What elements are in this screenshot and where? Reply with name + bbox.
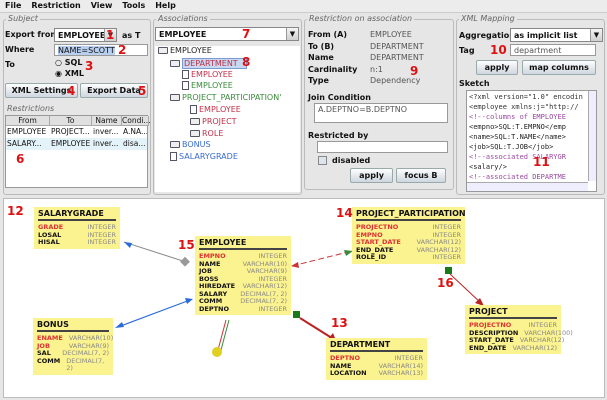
callout-4: 4 [67,84,76,98]
edge-employee-department [299,317,336,341]
entity-title: DEPARTMENT [330,340,423,352]
callout-1: 1 [106,28,115,42]
entity-employee[interactable]: EMPLOYEE EMPNO INTEGER NAME VARCHAR(10) JOB VA… [195,236,291,315]
callout-2: 2 [118,43,127,57]
column-name: HISAL [38,238,60,246]
entity-bonus[interactable]: BONUS ENAME VARCHAR(10) JOB VARCHAR(9) SAL DEC… [33,318,113,375]
entity-title: BONUS [37,320,109,332]
callout-16: 16 [437,276,454,290]
column-name: LOCATION [330,369,367,377]
callout-11: 11 [533,155,550,169]
entity-column: END_DATE VARCHAR(12) [469,343,557,353]
entity-column: ROLE_ID INTEGER [356,253,461,262]
entity-column: COMM DECIMAL(7, 2) [37,356,109,373]
edge-square [293,311,300,318]
callout-7: 7 [242,27,251,41]
callout-5: 5 [138,84,147,98]
column-name: END_DATE [469,343,507,352]
column-type: DECIMAL(7, 2) [66,356,105,372]
edge-participation-project [449,273,483,305]
callout-12: 12 [7,204,24,218]
column-name: COMM [37,356,61,365]
column-type: INTEGER [87,238,116,246]
arrow-head [185,298,193,304]
column-type: VARCHAR(13) [378,369,423,377]
callout-14: 14 [336,206,353,220]
callout-8: 8 [242,55,251,69]
column-type: VARCHAR(12) [512,343,557,352]
arrow-head [124,242,132,248]
entity-title: PROJECT_PARTICIPATION [356,209,466,221]
callout-10: 10 [490,43,507,57]
arrow-head [115,322,124,328]
edge-square [445,267,452,274]
entity-project-participation[interactable]: PROJECT_PARTICIPATION PROJECTNO INTEGER EMP… [352,207,466,264]
entity-department[interactable]: DEPARTMENT DEPTNO INTEGER NAME VARCHAR(14) LO… [326,338,427,380]
edge-circle [212,347,222,357]
edge-employee-project-participation [291,250,353,267]
callout-13: 13 [331,316,348,330]
entity-column: DEPTNO INTEGER [199,304,287,314]
entity-salarygrade[interactable]: SALARYGRADE GRADE INTEGER LOSAL INTEGER HISAL… [34,207,120,249]
entity-project[interactable]: PROJECT PROJECTNO INTEGER DESCRIPTION VARCHA… [465,305,573,354]
column-type: INTEGER [258,304,287,313]
arrow-head [291,262,299,268]
edge-diamond [180,256,190,267]
column-type: INTEGER [432,253,461,261]
entity-column: LOCATION VARCHAR(13) [330,369,423,378]
entity-title: PROJECT [469,307,557,319]
entity-column: HISAL INTEGER [38,238,116,247]
entity-title: SALARYGRADE [38,209,116,221]
edge-employee-bonus [117,299,191,328]
callout-15: 15 [178,238,195,252]
callout-9: 9 [410,64,419,78]
entity-title: EMPLOYEE [199,238,287,250]
column-name: ROLE_ID [356,253,387,261]
column-name: DEPTNO [199,304,229,313]
edge-employee-salarygrade [123,241,187,263]
callout-3: 3 [85,59,94,73]
callout-6: 6 [16,152,25,166]
